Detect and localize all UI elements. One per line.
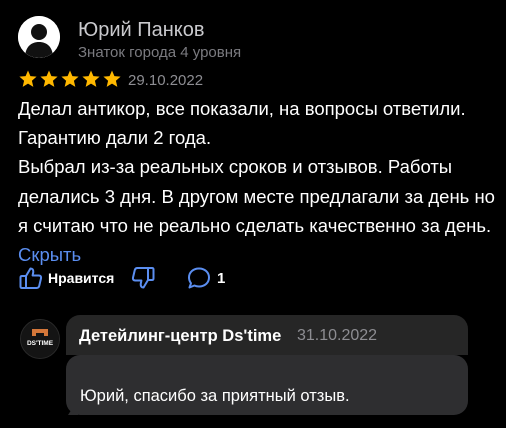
organization-logo-text: DS'TIME — [27, 340, 54, 347]
comment-bubble-icon — [188, 267, 210, 289]
star-icon — [82, 70, 100, 87]
star-icon — [103, 70, 121, 87]
reply-bubble-tail — [68, 369, 78, 415]
review-text-line-1: Делал антикор, все показали, на вопросы … — [18, 98, 466, 149]
review-date: 29.10.2022 — [128, 72, 204, 89]
review-card: Юрий Панков Знаток города 4 уровня 29.10… — [0, 0, 506, 428]
author-name[interactable]: Юрий Панков — [78, 18, 205, 42]
reply-date: 31.10.2022 — [297, 327, 378, 344]
comments-count: 1 — [217, 269, 226, 287]
reply-text: Юрий, спасибо за приятный отзыв. — [80, 387, 350, 405]
thumbs-up-icon — [19, 267, 43, 289]
organization-logo-icon: DS'TIME — [21, 320, 59, 358]
reply-bubble: Детейлинг-центр Ds'time 31.10.2022 Юрий,… — [66, 315, 468, 415]
person-silhouette-icon — [18, 16, 60, 58]
review-text-line-2: Выбрал из-за реальных сроков и отзывов. … — [18, 156, 495, 236]
like-label: Нравится — [48, 270, 115, 286]
review-text: Делал антикор, все показали, на вопросы … — [18, 94, 498, 269]
organization-avatar[interactable]: DS'TIME — [20, 319, 60, 359]
like-button[interactable]: Нравится — [18, 264, 114, 292]
rating-stars — [18, 69, 122, 91]
thumbs-down-icon — [131, 267, 155, 289]
collapse-link[interactable]: Скрыть — [18, 244, 81, 265]
reply-header: Детейлинг-центр Ds'time 31.10.2022 — [66, 315, 468, 355]
star-icon — [40, 70, 58, 87]
star-icon — [19, 70, 37, 87]
comments-button[interactable]: 1 — [186, 264, 225, 292]
reply-organization[interactable]: Детейлинг-центр Ds'time — [79, 326, 281, 346]
star-icon — [61, 70, 79, 87]
dislike-button[interactable] — [130, 264, 156, 292]
review-actions: Нравится 1 — [18, 264, 318, 292]
user-avatar[interactable] — [18, 16, 60, 58]
author-level: Знаток города 4 уровня — [78, 44, 242, 61]
